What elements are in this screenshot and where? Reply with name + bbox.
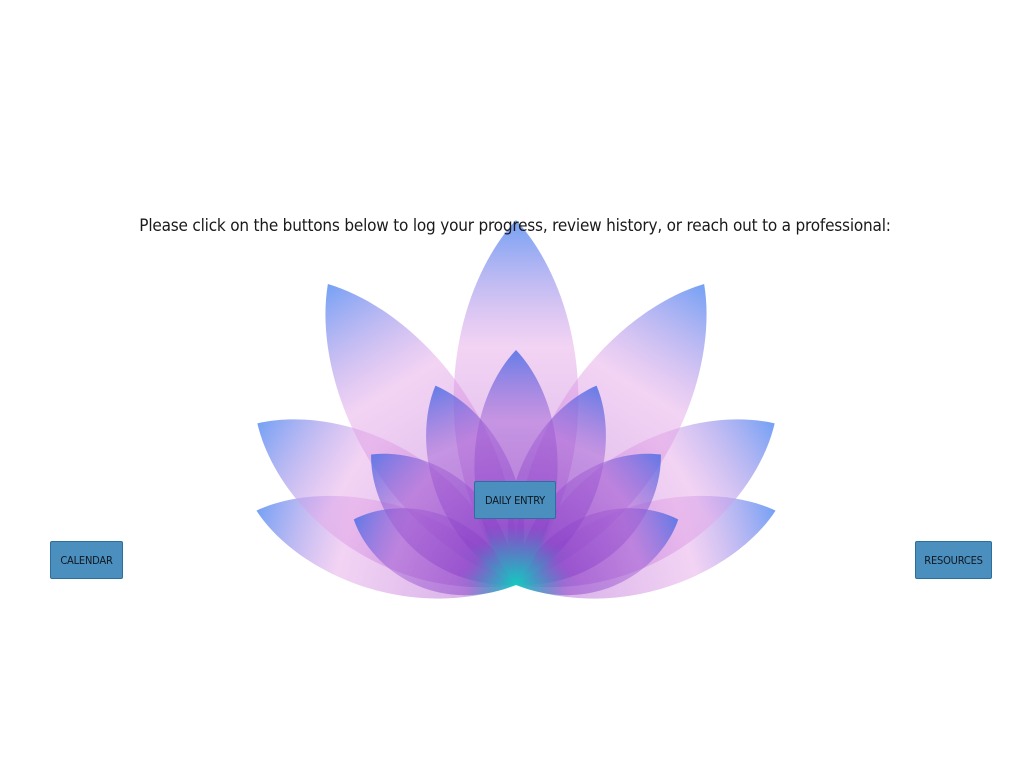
calendar-button[interactable]: CALENDAR [50, 541, 123, 579]
instruction-text: Please click on the buttons below to log… [139, 216, 891, 236]
lotus-flower-illustration [256, 220, 776, 599]
resources-button[interactable]: RESOURCES [915, 541, 992, 579]
daily-entry-button[interactable]: DAILY ENTRY [474, 481, 556, 519]
